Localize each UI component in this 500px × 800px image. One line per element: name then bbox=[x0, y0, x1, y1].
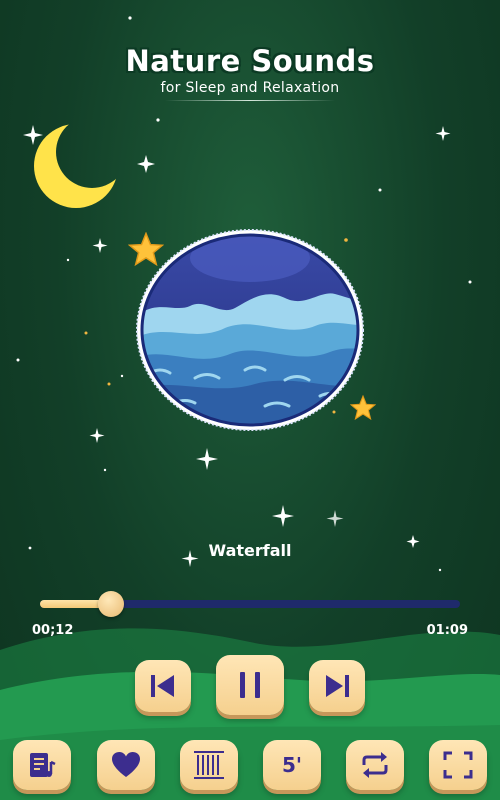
track-title: Waterfall bbox=[208, 541, 292, 560]
pause-icon bbox=[240, 672, 260, 698]
sleep-timer-button[interactable]: 5' bbox=[263, 740, 321, 790]
waterfall-orb-image bbox=[136, 229, 364, 431]
previous-button[interactable] bbox=[135, 660, 191, 712]
playlist-icon bbox=[30, 753, 56, 777]
skip-previous-icon bbox=[151, 675, 174, 697]
elapsed-time: 00;12 bbox=[32, 623, 74, 638]
progress-slider[interactable] bbox=[40, 591, 460, 617]
fullscreen-icon bbox=[443, 751, 473, 779]
sounds-button[interactable] bbox=[180, 740, 238, 790]
skip-next-icon bbox=[326, 675, 349, 697]
timer-label: 5' bbox=[281, 753, 303, 777]
repeat-icon bbox=[362, 752, 388, 778]
repeat-button[interactable] bbox=[346, 740, 404, 790]
pause-button[interactable] bbox=[216, 655, 284, 715]
bars-icon bbox=[194, 751, 224, 779]
favorite-button[interactable] bbox=[97, 740, 155, 790]
fullscreen-button[interactable] bbox=[429, 740, 487, 790]
playlist-button[interactable] bbox=[13, 740, 71, 790]
next-button[interactable] bbox=[309, 660, 365, 712]
heart-icon bbox=[112, 752, 140, 777]
progress-handle[interactable] bbox=[98, 591, 125, 617]
total-duration: 01:09 bbox=[426, 623, 468, 638]
